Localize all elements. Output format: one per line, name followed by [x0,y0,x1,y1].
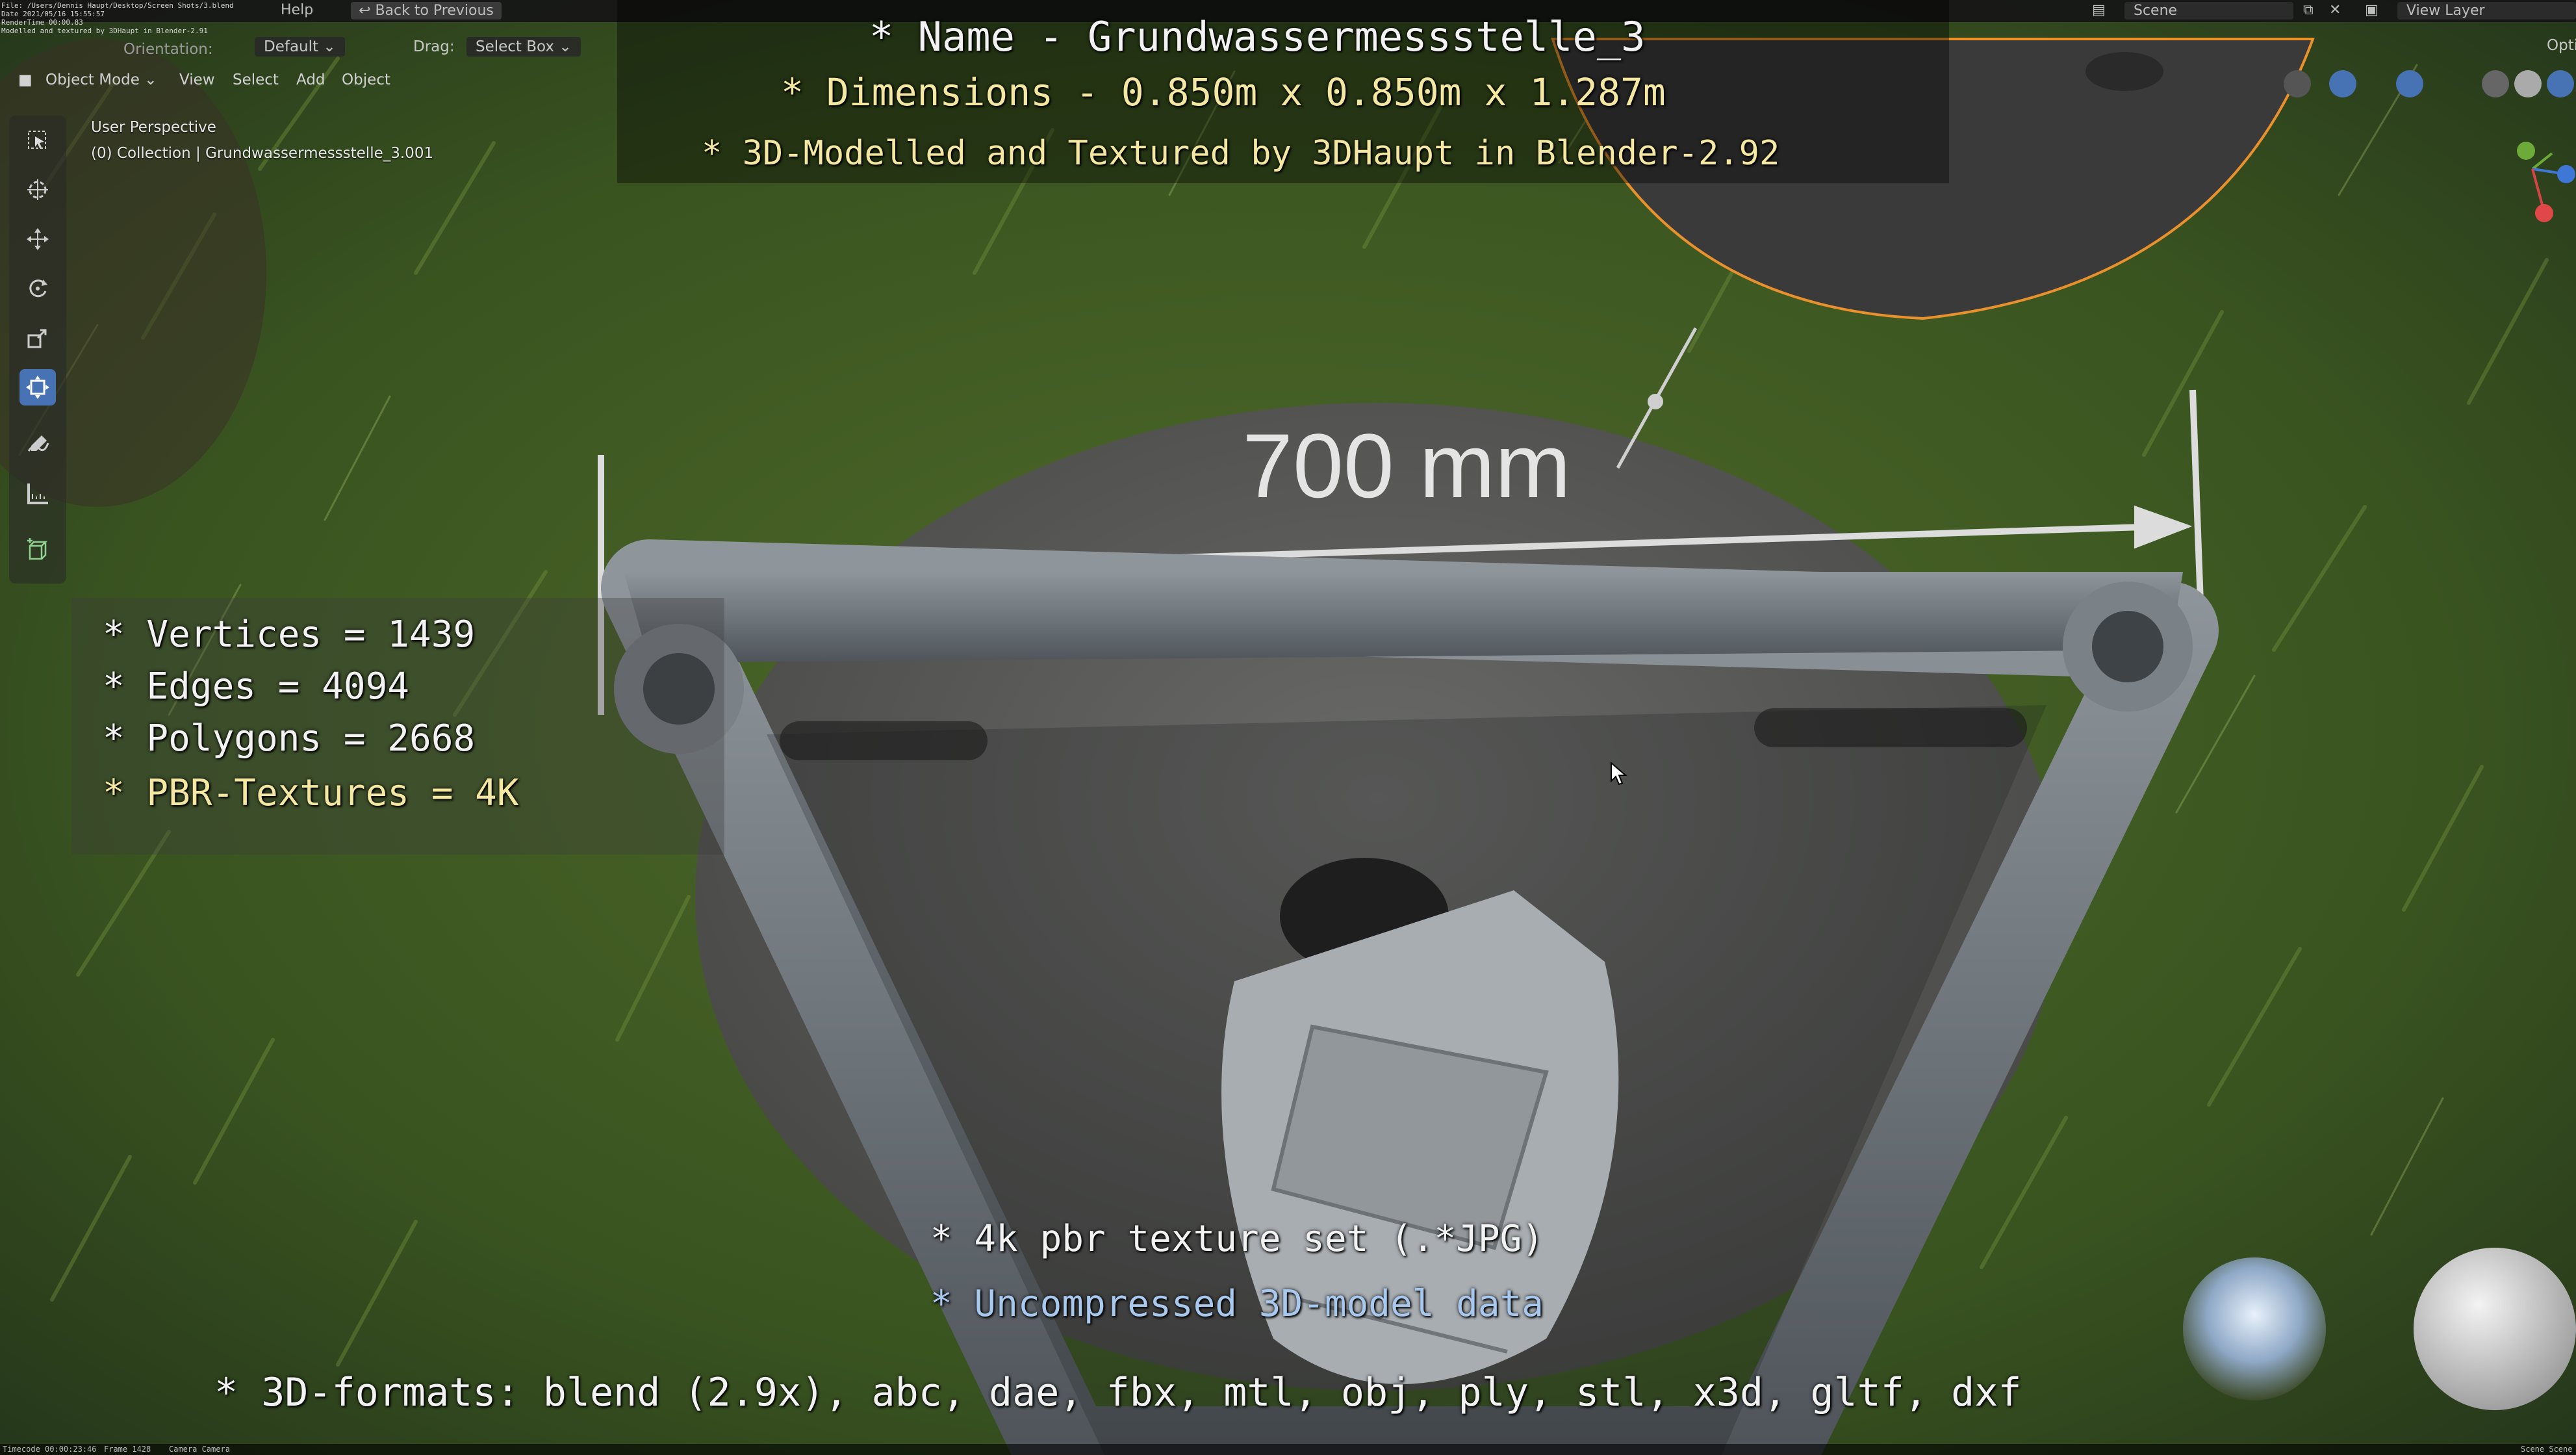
view-layer-icon[interactable]: ▣ [2365,2,2378,18]
dimension-label: 700 mm [1242,415,1571,517]
transform-tool[interactable] [19,369,56,406]
chevron-down-icon: ⌄ [323,38,336,55]
scale-tool[interactable] [19,320,56,356]
tool-shelf [9,116,66,584]
object-mode-label: Object Mode [45,71,140,88]
menu-help[interactable]: Help [281,2,313,18]
drag-value: Select Box [476,38,555,55]
chevron-down-icon: ⌄ [144,71,157,88]
caption-credit: * 3D-Modelled and Textured by 3DHaupt in… [702,134,1780,173]
chevron-down-icon: ⌄ [559,38,572,55]
annotate-tool[interactable] [19,426,56,463]
scene-copy-icon[interactable]: ⧉ [2303,2,2314,18]
visibility-icon[interactable] [2284,70,2311,97]
move-icon [27,228,49,250]
caption-uncompressed: * Uncompressed 3D-model data [930,1283,1544,1325]
scene-status-label: Scene Scene [2521,1445,2573,1454]
object-mode-dropdown[interactable]: Object Mode ⌄ [45,71,157,88]
caption-vertices: * Vertices = 1439 [103,613,476,656]
gizmo-toggle-icon[interactable] [2329,70,2356,97]
scene-close-icon[interactable]: ✕ [2329,2,2341,18]
caption-polygons: * Polygons = 2668 [103,717,476,760]
menu-add[interactable]: Add [296,71,325,88]
frame-label: Frame 1428 [104,1445,151,1454]
menu-view[interactable]: View [179,71,215,88]
scene-label: Scene [2134,3,2178,19]
mouse-pointer-icon [1611,762,1627,786]
drag-dropdown[interactable]: Select Box ⌄ [466,37,581,57]
add-cube-tool[interactable] [19,532,56,568]
scene-icon[interactable]: ▤ [2092,2,2106,18]
file-info-path: File: /Users/Dennis Haupt/Desktop/Screen… [1,1,234,10]
select-box-icon [28,131,46,149]
orientation-label: Orientation: [123,41,213,58]
cursor-icon [27,179,48,200]
menu-object[interactable]: Object [342,71,390,88]
options-menu[interactable]: Opti [2547,37,2576,54]
perspective-label: User Perspective [91,119,216,136]
solid-shading-icon[interactable] [2514,70,2542,97]
camera-label: Camera Camera [169,1445,230,1454]
viewport-menu-row: ■ Object Mode ⌄ View Select Add Object [0,69,455,95]
scene-selector[interactable]: Scene [2124,2,2293,19]
wireframe-shading-icon[interactable] [2482,70,2509,97]
drag-label: Drag: [413,38,455,55]
add-cube-icon [27,538,48,560]
cursor-tool[interactable] [19,172,56,208]
select-box-tool[interactable] [19,122,56,159]
caption-name: * Name - Grundwassermessstelle_3 [869,13,1646,60]
collection-label: (0) Collection | Grundwassermessstelle_3… [91,145,434,162]
file-info-date: Date 2021/05/16 15:55:57 [1,10,105,18]
caption-textures: * PBR-Textures = 4K [103,772,519,814]
timecode-label: Timecode 00:00:23:46 [3,1445,97,1454]
object-mode-icon: ■ [18,71,32,88]
rotate-icon [29,279,47,298]
rotate-tool[interactable] [19,270,56,307]
caption-texture-set: * 4k pbr texture set (.*JPG) [930,1218,1544,1260]
file-info-rendertime: RenderTime 00:00.83 [1,18,83,27]
view-layer-label: View Layer [2406,3,2485,19]
view-layer-selector[interactable]: View Layer [2397,2,2576,19]
file-info-overlay: File: /Users/Dennis Haupt/Desktop/Screen… [1,1,234,35]
measure-icon [27,483,48,504]
overlay-toggle-icon[interactable] [2396,70,2423,97]
back-icon: ↩ [359,3,371,19]
menu-select[interactable]: Select [233,71,279,88]
caption-dimensions: * Dimensions - 0.850m x 0.850m x 1.287m [781,70,1666,114]
orientation-value: Default [264,38,319,55]
viewport-info: User Perspective (0) Collection | Grundw… [91,114,433,166]
caption-edges: * Edges = 4094 [103,665,410,708]
transform-icon [26,376,49,399]
move-tool[interactable] [19,221,56,257]
back-to-previous-label: Back to Previous [375,3,494,19]
material-shading-icon[interactable] [2547,70,2574,97]
measure-tool[interactable] [19,476,56,512]
orientation-dropdown[interactable]: Default ⌄ [255,37,345,57]
back-to-previous-button[interactable]: ↩ Back to Previous [351,2,502,19]
status-bar: Timecode 00:00:23:46 Frame 1428 Camera C… [0,1444,2576,1455]
hdri-preview-sphere [2183,1257,2326,1400]
caption-formats: * 3D-formats: blend (2.9x), abc, dae, fb… [214,1370,2022,1415]
material-preview-sphere [2414,1248,2576,1410]
annotate-icon [27,435,49,452]
scale-icon [27,329,47,348]
